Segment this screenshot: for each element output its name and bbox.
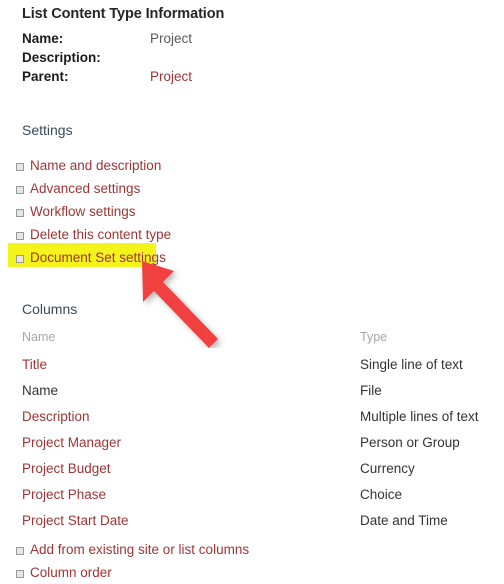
table-row: Name File <box>22 378 484 404</box>
table-row: Project Start Date Date and Time <box>22 508 484 534</box>
page-title: List Content Type Information <box>22 6 225 22</box>
column-name-project-start-date[interactable]: Project Start Date <box>22 508 360 534</box>
content-type-info-table: Name: Project Description: Parent: Proje… <box>22 29 322 86</box>
column-type-name: File <box>360 383 382 398</box>
square-bullet-icon <box>16 570 24 578</box>
settings-link-delete-this-content-type[interactable]: Delete this content type <box>0 223 504 246</box>
settings-link-label[interactable]: Workflow settings <box>30 204 136 219</box>
column-header-name: Name <box>22 330 56 344</box>
settings-section-heading: Settings <box>22 122 73 138</box>
settings-link-label[interactable]: Advanced settings <box>30 181 140 196</box>
square-bullet-icon <box>16 232 24 240</box>
settings-link-document-set-settings[interactable]: Document Set settings <box>0 246 504 269</box>
table-row: Title Single line of text <box>22 352 484 378</box>
square-bullet-icon <box>16 255 24 263</box>
column-name-project-phase[interactable]: Project Phase <box>22 482 360 508</box>
info-row-parent: Parent: Project <box>22 67 322 86</box>
table-row: Project Phase Choice <box>22 482 484 508</box>
columns-table-header-row: Name Type <box>22 327 484 352</box>
settings-link-advanced-settings[interactable]: Advanced settings <box>0 177 504 200</box>
settings-link-label[interactable]: Delete this content type <box>30 227 171 242</box>
column-name-description[interactable]: Description <box>22 404 360 430</box>
info-value-name: Project <box>150 31 193 46</box>
table-row: Project Budget Currency <box>22 456 484 482</box>
info-label-description: Description: <box>22 50 101 65</box>
columns-link-label[interactable]: Column order <box>30 565 112 580</box>
column-name-title[interactable]: Title <box>22 352 360 378</box>
column-type-title: Single line of text <box>360 357 463 372</box>
info-label-parent: Parent: <box>22 69 69 84</box>
content-type-settings-page: List Content Type Information Name: Proj… <box>0 0 504 581</box>
square-bullet-icon <box>16 547 24 555</box>
info-row-name: Name: Project <box>22 29 322 48</box>
column-type-project-phase: Choice <box>360 487 403 502</box>
column-name-project-manager[interactable]: Project Manager <box>22 430 360 456</box>
column-type-project-start-date: Date and Time <box>360 513 448 528</box>
column-name-name: Name <box>22 383 59 398</box>
info-value-description <box>150 48 322 67</box>
settings-link-label[interactable]: Name and description <box>30 158 161 173</box>
columns-link-label[interactable]: Add from existing site or list columns <box>30 542 249 557</box>
column-type-project-manager: Person or Group <box>360 435 460 450</box>
settings-link-name-and-description[interactable]: Name and description <box>0 154 504 177</box>
column-type-project-budget: Currency <box>360 461 415 476</box>
square-bullet-icon <box>16 209 24 217</box>
columns-link-add-from-existing[interactable]: Add from existing site or list columns <box>0 538 504 561</box>
info-row-description: Description: <box>22 48 322 67</box>
columns-link-list: Add from existing site or list columns C… <box>0 538 504 584</box>
square-bullet-icon <box>16 163 24 171</box>
settings-link-label[interactable]: Document Set settings <box>30 250 166 265</box>
column-name-project-budget[interactable]: Project Budget <box>22 456 360 482</box>
square-bullet-icon <box>16 186 24 194</box>
settings-link-list: Name and description Advanced settings W… <box>0 154 504 269</box>
info-label-name: Name: <box>22 31 64 46</box>
columns-table: Name Type Title Single line of text Name… <box>22 327 484 534</box>
columns-section-heading: Columns <box>22 301 78 317</box>
table-row: Project Manager Person or Group <box>22 430 484 456</box>
column-type-description: Multiple lines of text <box>360 409 479 424</box>
info-value-parent-link[interactable]: Project <box>150 67 322 86</box>
settings-link-workflow-settings[interactable]: Workflow settings <box>0 200 504 223</box>
table-row: Description Multiple lines of text <box>22 404 484 430</box>
column-header-type: Type <box>360 330 388 344</box>
